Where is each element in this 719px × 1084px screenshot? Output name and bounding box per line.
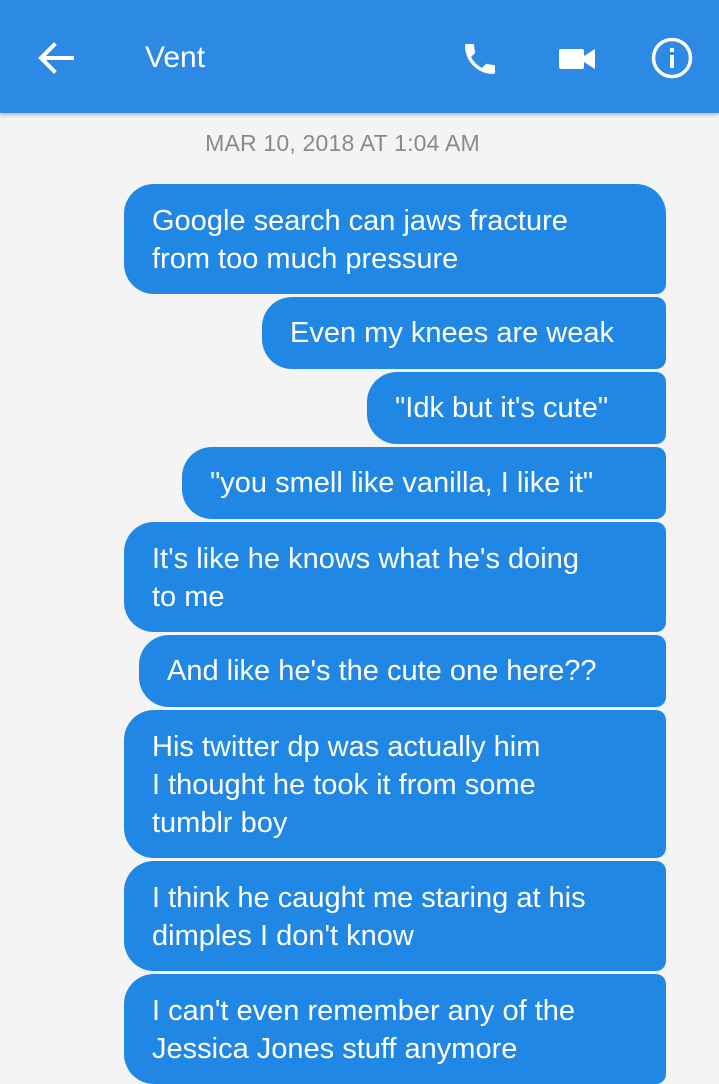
message-bubble[interactable]: His twitter dp was actually him I though…: [124, 710, 666, 858]
back-button[interactable]: [30, 34, 82, 82]
arrow-left-icon: [38, 42, 74, 74]
message-bubble[interactable]: It's like he knows what he's doing to me: [124, 522, 666, 632]
message-bubble[interactable]: Even my knees are weak: [262, 297, 666, 369]
message-list: MAR 10, 2018 AT 1:04 AM Google search ca…: [0, 0, 719, 1084]
message-bubble[interactable]: I think he caught me staring at his dimp…: [124, 861, 666, 971]
app-bar: Vent: [0, 0, 719, 113]
phone-icon: [465, 44, 495, 74]
conversation-title: Vent: [145, 41, 206, 74]
message-bubble[interactable]: "Idk but it's cute": [367, 372, 666, 444]
info-button[interactable]: [648, 34, 696, 82]
info-icon: [651, 37, 693, 79]
video-call-button[interactable]: [553, 36, 601, 82]
message-bubble[interactable]: I can't even remember any of the Jessica…: [124, 974, 666, 1084]
message-bubble[interactable]: And like he's the cute one here??: [139, 635, 666, 707]
video-camera-icon: [559, 49, 595, 69]
conversation-timestamp: MAR 10, 2018 AT 1:04 AM: [205, 130, 480, 156]
message-bubble[interactable]: "you smell like vanilla, I like it": [182, 447, 666, 519]
message-bubble[interactable]: Google search can jaws fracture from too…: [124, 184, 666, 294]
voice-call-button[interactable]: [455, 34, 505, 84]
